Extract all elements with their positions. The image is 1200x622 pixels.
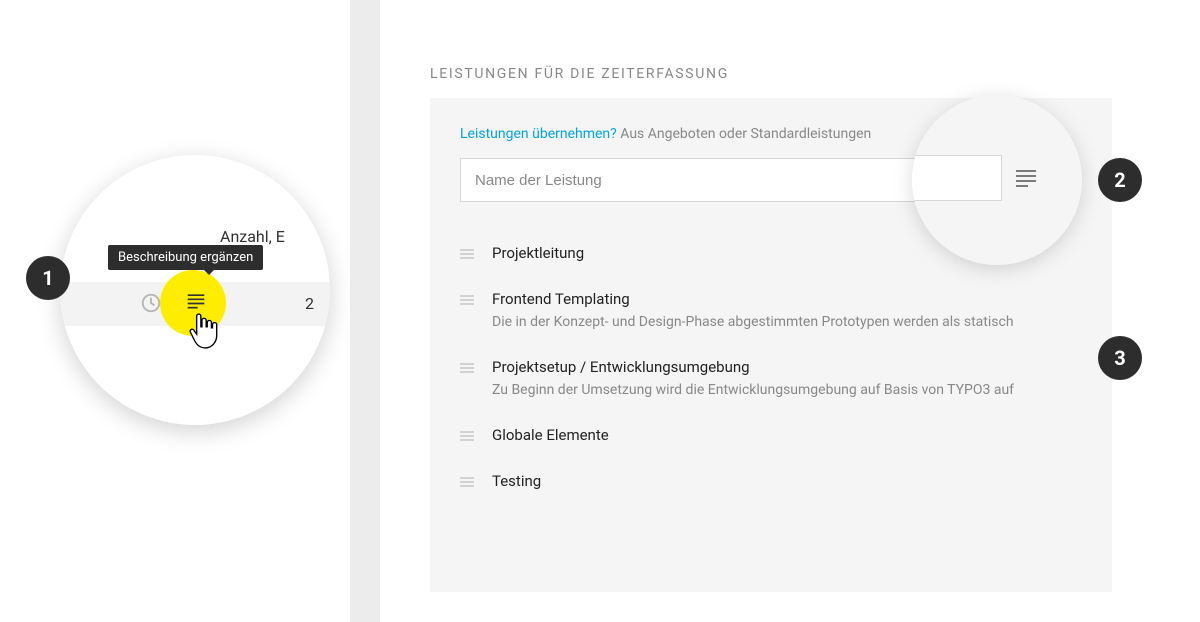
list-item[interactable]: Globale Elemente [460,412,1082,458]
description-icon[interactable] [186,292,206,310]
tooltip-beschreibung: Beschreibung ergänzen [108,245,263,270]
drag-handle-icon[interactable] [460,475,474,489]
service-description: Die in der Konzept- und Design-Phase abg… [492,314,1082,330]
badge-number: 3 [1114,346,1125,370]
list-item[interactable]: Projektsetup / Entwicklungsumgebung Zu B… [460,344,1082,412]
service-description: Zu Beginn der Umsetzung wird die Entwick… [492,382,1082,398]
takeover-text: Aus Angeboten oder Standardleistungen [620,126,871,142]
list-item[interactable]: Testing [460,458,1082,504]
badge-number: 2 [1114,168,1125,192]
drag-handle-icon[interactable] [460,361,474,375]
quantity-value: 2 [305,294,314,313]
divider-strip [350,0,380,622]
callout-badge-2: 2 [1098,158,1142,202]
list-item[interactable]: Frontend Templating Die in der Konzept- … [460,276,1082,344]
zoom-input-fragment [912,155,1002,201]
callout-badge-1: 1 [26,256,70,300]
zoom-area-2 [912,95,1082,265]
badge-number: 1 [42,266,53,290]
description-icon[interactable] [1014,167,1038,189]
drag-handle-icon[interactable] [460,247,474,261]
service-title: Globale Elemente [492,426,1082,444]
drag-handle-icon[interactable] [460,429,474,443]
service-title: Projektsetup / Entwicklungsumgebung [492,358,1082,376]
service-title: Frontend Templating [492,290,1082,308]
clock-icon [140,292,162,314]
service-title: Testing [492,472,1082,490]
callout-badge-3: 3 [1098,336,1142,380]
takeover-link[interactable]: Leistungen übernehmen? [460,126,617,142]
section-title: LEISTUNGEN FÜR DIE ZEITERFASSUNG [430,66,729,82]
pointer-cursor-icon [186,312,220,350]
zoom-area-1: Anzahl, E Beschreibung ergänzen 2 [60,155,330,425]
drag-handle-icon[interactable] [460,293,474,307]
column-header-anzahl: Anzahl, E [220,227,285,246]
